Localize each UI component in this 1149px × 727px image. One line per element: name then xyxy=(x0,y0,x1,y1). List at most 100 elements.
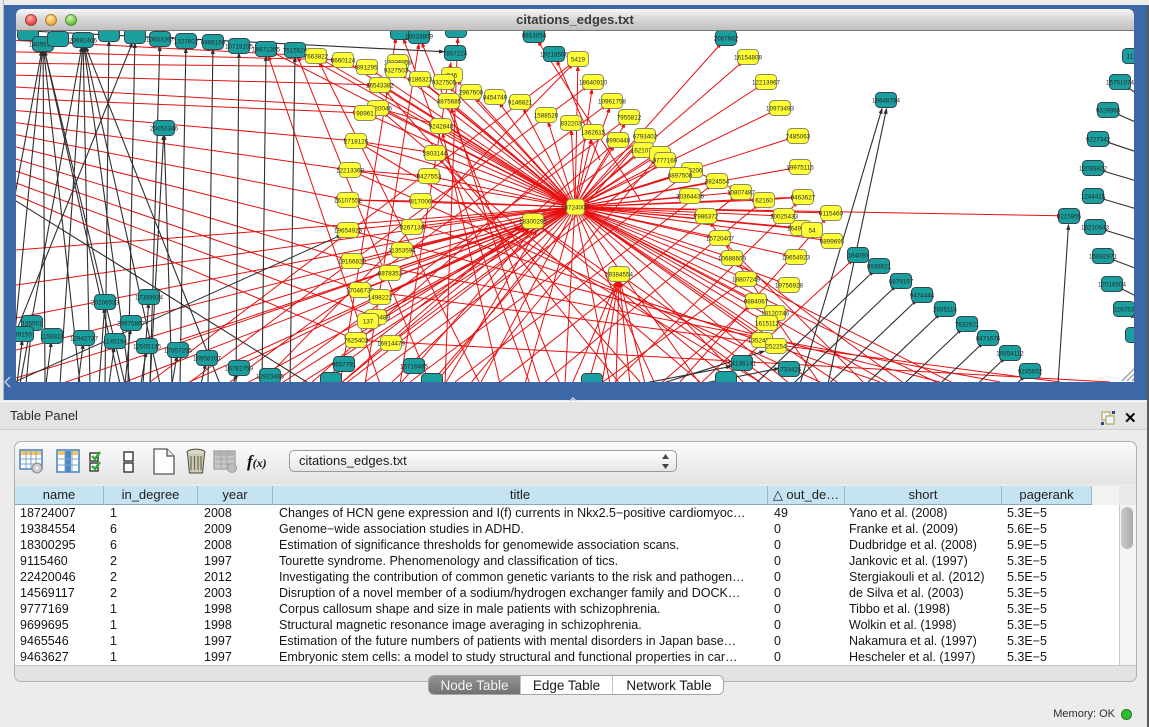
svg-text:3215955: 3215955 xyxy=(1057,214,1082,221)
svg-text:16210643: 16210643 xyxy=(1081,225,1110,232)
svg-text:20691406: 20691406 xyxy=(69,38,98,45)
svg-text:39159: 39159 xyxy=(16,332,32,339)
svg-text:2935114: 2935114 xyxy=(933,307,958,314)
svg-text:1327602: 1327602 xyxy=(174,39,199,46)
svg-text:14136141: 14136141 xyxy=(728,361,757,368)
svg-text:12213967: 12213967 xyxy=(752,80,781,87)
svg-text:9227342: 9227342 xyxy=(1086,137,1111,144)
svg-text:9329966: 9329966 xyxy=(1096,108,1121,115)
svg-text:8660124: 8660124 xyxy=(331,58,356,65)
svg-text:8267130: 8267130 xyxy=(400,225,425,232)
svg-text:891295: 891295 xyxy=(356,65,378,72)
svg-text:1498222: 1498222 xyxy=(368,295,393,302)
svg-text:9657791: 9657791 xyxy=(332,362,357,369)
svg-text:18807249: 18807249 xyxy=(732,277,761,284)
svg-text:19654923: 19654923 xyxy=(782,255,811,262)
svg-text:1588520: 1588520 xyxy=(534,113,559,120)
svg-text:12942737: 12942737 xyxy=(70,336,99,343)
svg-text:10688609: 10688609 xyxy=(718,256,747,263)
svg-text:1733426: 1733426 xyxy=(777,367,802,374)
svg-text:2967608: 2967608 xyxy=(459,90,484,97)
svg-text:8990448: 8990448 xyxy=(606,138,631,145)
svg-text:9115460: 9115460 xyxy=(819,211,844,218)
svg-text:9777169: 9777169 xyxy=(653,158,678,165)
svg-text:12505135: 12505135 xyxy=(133,344,162,351)
svg-text:7485063: 7485063 xyxy=(786,134,811,141)
svg-text:10653267: 10653267 xyxy=(146,37,175,44)
svg-text:10025433: 10025433 xyxy=(770,214,799,221)
svg-text:2803144: 2803144 xyxy=(423,151,448,158)
svg-text:20364436: 20364436 xyxy=(676,194,705,201)
svg-text:10961758: 10961758 xyxy=(598,99,627,106)
svg-text:19654923: 19654923 xyxy=(334,228,363,235)
svg-text:16543382: 16543382 xyxy=(366,83,395,90)
svg-text:20053346: 20053346 xyxy=(150,126,179,133)
svg-text:16154808: 16154808 xyxy=(734,55,763,62)
svg-text:1362615: 1362615 xyxy=(581,130,606,137)
svg-text:6899695: 6899695 xyxy=(820,239,845,246)
svg-text:1244415: 1244415 xyxy=(1081,194,1106,201)
svg-text:8454749: 8454749 xyxy=(483,95,508,102)
svg-text:20206533: 20206533 xyxy=(91,300,120,307)
svg-text:2718126: 2718126 xyxy=(344,139,369,146)
svg-text:8471676: 8471676 xyxy=(976,336,1001,343)
svg-text:7986372: 7986372 xyxy=(694,214,719,221)
svg-text:15692971: 15692971 xyxy=(1089,254,1118,261)
svg-text:19975115: 19975115 xyxy=(786,165,814,172)
svg-text:10958107: 10958107 xyxy=(193,356,222,363)
svg-text:10807487: 10807487 xyxy=(727,190,756,197)
svg-text:3875685: 3875685 xyxy=(437,99,462,106)
svg-text:116753: 116753 xyxy=(1114,307,1134,314)
svg-text:7955812: 7955812 xyxy=(617,115,642,122)
svg-text:15716485: 15716485 xyxy=(400,364,429,371)
svg-text:6966160: 6966160 xyxy=(201,40,226,47)
svg-text:18724007: 18724007 xyxy=(561,205,590,212)
svg-text:18640910: 18640910 xyxy=(579,80,608,87)
svg-text:16033809: 16033809 xyxy=(405,34,434,41)
svg-text:7663822: 7663822 xyxy=(304,54,329,61)
svg-text:9245652: 9245652 xyxy=(1018,369,1043,376)
svg-text:16782759: 16782759 xyxy=(225,366,254,373)
svg-text:12923465: 12923465 xyxy=(256,374,285,381)
svg-text:9146821: 9146821 xyxy=(508,100,533,107)
svg-text:164093: 164093 xyxy=(847,253,869,260)
svg-text:8427552: 8427552 xyxy=(417,174,442,181)
svg-text:817006: 817006 xyxy=(410,199,432,206)
svg-text:16671355: 16671355 xyxy=(252,47,281,54)
svg-text:832203: 832203 xyxy=(560,121,582,128)
svg-text:12213369: 12213369 xyxy=(336,168,365,175)
svg-text:8813054: 8813054 xyxy=(522,33,547,40)
svg-text:9242848: 9242848 xyxy=(429,124,454,131)
svg-text:9463627: 9463627 xyxy=(791,195,816,202)
svg-text:1112: 1112 xyxy=(1126,54,1134,61)
svg-text:5419: 5419 xyxy=(571,57,586,64)
svg-text:19756928: 19756928 xyxy=(775,283,804,290)
svg-text:137: 137 xyxy=(363,319,374,326)
svg-text:1615112: 1615112 xyxy=(755,321,780,328)
svg-text:8878352: 8878352 xyxy=(378,271,403,278)
svg-text:17016504: 17016504 xyxy=(1098,282,1127,289)
svg-text:19218506: 19218506 xyxy=(540,52,569,59)
svg-text:8186323: 8186323 xyxy=(408,77,433,84)
svg-text:10654112: 10654112 xyxy=(996,351,1024,358)
svg-text:62160: 62160 xyxy=(755,198,773,205)
svg-text:6879197: 6879197 xyxy=(889,279,914,286)
svg-text:54: 54 xyxy=(808,228,816,235)
svg-text:98961: 98961 xyxy=(356,111,374,118)
svg-text:17957255: 17957255 xyxy=(164,348,193,355)
svg-text:9327505: 9327505 xyxy=(432,80,457,87)
svg-text:3824554: 3824554 xyxy=(705,179,730,186)
svg-text:252254: 252254 xyxy=(765,344,787,351)
svg-text:10719155: 10719155 xyxy=(225,44,254,51)
svg-text:7857224: 7857224 xyxy=(443,51,468,58)
svg-text:6897508: 6897508 xyxy=(668,173,693,180)
svg-text:8938921: 8938921 xyxy=(867,264,892,271)
svg-text:29975867: 29975867 xyxy=(117,321,146,328)
svg-text:15720407: 15720407 xyxy=(706,236,735,243)
svg-text:9474444: 9474444 xyxy=(910,293,935,300)
svg-text:1156819: 1156819 xyxy=(40,334,65,341)
svg-text:9884067: 9884067 xyxy=(744,299,769,306)
svg-text:12093822: 12093822 xyxy=(1079,166,1108,173)
svg-text:9327503: 9327503 xyxy=(384,68,409,75)
svg-text:7632621: 7632621 xyxy=(955,322,980,329)
